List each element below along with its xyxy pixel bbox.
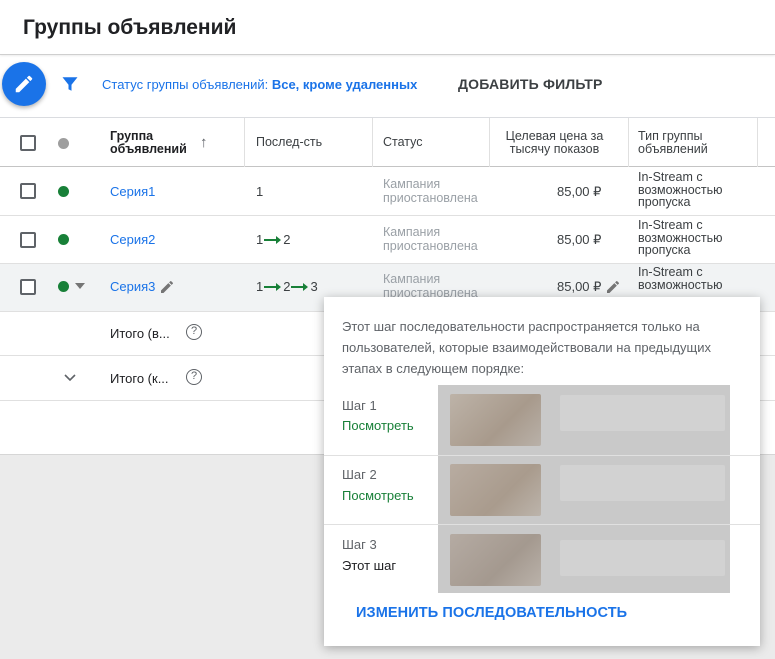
seq-step: 1 xyxy=(256,232,264,247)
ad-group-link[interactable]: Серия2 xyxy=(110,232,155,247)
seq-step: 3 xyxy=(310,279,318,294)
table-header: Группа объявлений ↑ Послед-сть Статус Це… xyxy=(0,117,775,167)
chevron-down-icon[interactable] xyxy=(64,374,76,382)
status-filter-chip[interactable]: Статус группы объявлений: Все, кроме уда… xyxy=(102,77,417,92)
cpm-cell: 85,00 ₽ xyxy=(557,184,602,199)
video-thumbnail[interactable] xyxy=(450,464,541,516)
filter-value: Все, кроме удаленных xyxy=(271,77,418,92)
current-step-label: Этот шаг xyxy=(342,558,397,573)
video-thumbnail[interactable] xyxy=(450,534,541,586)
sort-arrow-icon[interactable]: ↑ xyxy=(200,118,208,167)
arrow-right-icon xyxy=(291,282,309,291)
help-icon[interactable]: ? xyxy=(186,369,202,385)
step-label: Шаг 2 xyxy=(342,467,377,482)
video-title-placeholder xyxy=(560,540,725,576)
popup-description: Этот шаг последовательности распространя… xyxy=(342,319,712,376)
pencil-icon xyxy=(15,75,33,93)
column-divider xyxy=(489,118,490,167)
filter-icon[interactable] xyxy=(61,75,79,93)
video-thumbnail[interactable] xyxy=(450,394,541,446)
status-cell: Кампания приостановлена xyxy=(383,177,478,205)
header-ad-group[interactable]: Группа объявлений xyxy=(110,118,195,167)
step-view-link[interactable]: Посмотреть xyxy=(342,418,414,433)
sequence-cell: 1 2 3 xyxy=(256,279,318,294)
sequence-step-popup: Этот шаг последовательности распространя… xyxy=(324,297,760,646)
add-filter-button[interactable]: ДОБАВИТЬ ФИЛЬТР xyxy=(458,76,603,92)
page-title: Группы объявлений xyxy=(23,16,237,39)
status-cell: Кампания приостановлена xyxy=(383,225,478,253)
seq-step: 1 xyxy=(256,279,264,294)
edit-icon[interactable] xyxy=(159,279,175,295)
type-cell: In-Stream с возможностью xyxy=(638,265,723,292)
step-view-link[interactable]: Посмотреть xyxy=(342,488,414,503)
arrow-right-icon xyxy=(264,282,282,291)
sequence-cell: 1 2 xyxy=(256,232,290,247)
column-divider xyxy=(628,118,629,167)
arrow-right-icon xyxy=(264,235,282,244)
column-divider xyxy=(757,118,758,167)
status-cell: Кампания приостановлена xyxy=(383,272,478,300)
type-cell: In-Stream с возможностью пропуска xyxy=(638,170,723,209)
cpm-cell: 85,00 ₽ xyxy=(557,232,602,247)
change-sequence-button[interactable]: ИЗМЕНИТЬ ПОСЛЕДОВАТЕЛЬНОСТЬ xyxy=(356,605,627,621)
help-icon[interactable]: ? xyxy=(186,324,202,340)
step-divider xyxy=(324,455,760,456)
step-label: Шаг 3 xyxy=(342,537,377,552)
caret-down-icon[interactable] xyxy=(75,283,85,289)
ad-group-link[interactable]: Серия1 xyxy=(110,184,155,199)
header-sequence[interactable]: Послед-сть xyxy=(256,118,322,167)
filter-prefix: Статус группы объявлений: xyxy=(102,77,272,92)
blurred-video-previews xyxy=(438,385,730,593)
row-checkbox[interactable] xyxy=(20,232,36,248)
status-dot xyxy=(58,186,69,197)
header-status[interactable]: Статус xyxy=(383,118,423,167)
status-header-dot xyxy=(58,138,69,149)
video-title-placeholder xyxy=(560,395,725,431)
header-type[interactable]: Тип группы объявлений xyxy=(638,118,738,167)
row-checkbox[interactable] xyxy=(20,183,36,199)
step-divider xyxy=(324,524,760,525)
seq-step: 2 xyxy=(283,279,291,294)
select-all-checkbox[interactable] xyxy=(20,135,36,151)
row-checkbox[interactable] xyxy=(20,279,36,295)
header-ad-group-label: Группа объявлений xyxy=(110,128,187,156)
column-divider xyxy=(244,118,245,167)
seq-step: 2 xyxy=(283,232,291,247)
edit-fab-button[interactable] xyxy=(2,62,46,106)
status-dot xyxy=(58,234,69,245)
table-row: Серия2 1 2 Кампания приостановлена 85,00… xyxy=(0,216,775,264)
sequence-cell: 1 xyxy=(256,184,264,199)
cpm-cell: 85,00 ₽ xyxy=(557,279,602,294)
totals-label: Итого (к... xyxy=(110,371,169,386)
status-dot xyxy=(58,281,69,292)
column-divider xyxy=(372,118,373,167)
type-cell: In-Stream с возможностью пропуска xyxy=(638,218,723,257)
step-label: Шаг 1 xyxy=(342,398,377,413)
table-row: Серия1 1 Кампания приостановлена 85,00 ₽… xyxy=(0,167,775,216)
title-bar: Группы объявлений xyxy=(0,0,775,55)
header-target-cpm[interactable]: Целевая цена за тысячу показов xyxy=(497,118,612,167)
ad-group-link[interactable]: Серия3 xyxy=(110,279,155,294)
totals-label: Итого (в... xyxy=(110,326,170,341)
video-title-placeholder xyxy=(560,465,725,501)
edit-cpm-icon[interactable] xyxy=(605,279,621,295)
